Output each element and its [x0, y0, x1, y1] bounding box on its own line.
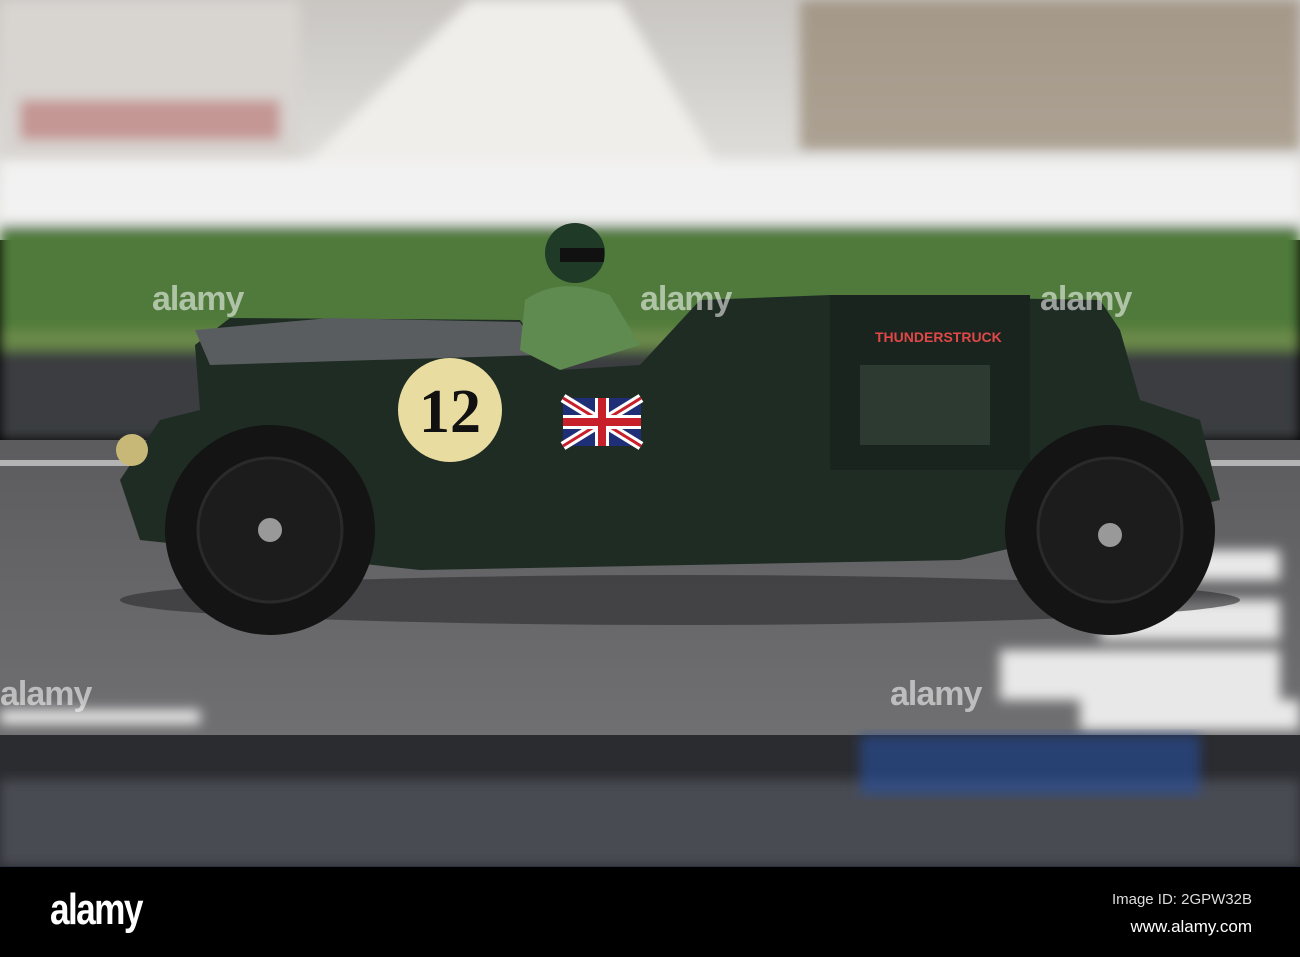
- alamy-logo: alamy: [50, 885, 143, 934]
- svg-text:alamy: alamy: [890, 675, 982, 713]
- rear-wheel: [165, 425, 375, 635]
- svg-text:alamy: alamy: [1040, 280, 1132, 318]
- car-name-text: THUNDERSTRUCK: [875, 329, 1002, 345]
- front-wheel: [1005, 425, 1215, 635]
- svg-text:alamy: alamy: [0, 675, 92, 713]
- svg-text:alamy: alamy: [152, 280, 244, 318]
- photo: THUNDERSTRUCK 12 alamy alamy alamy alamy…: [0, 0, 1300, 866]
- site-link[interactable]: www.alamy.com: [1130, 917, 1252, 937]
- footer-bar: alamy Image ID: 2GPW32B www.alamy.com: [0, 866, 1300, 957]
- car-number-text: 12: [419, 378, 481, 446]
- svg-text:alamy: alamy: [640, 280, 732, 318]
- union-jack-flag: [560, 394, 644, 450]
- image-id: Image ID: 2GPW32B: [1111, 891, 1252, 908]
